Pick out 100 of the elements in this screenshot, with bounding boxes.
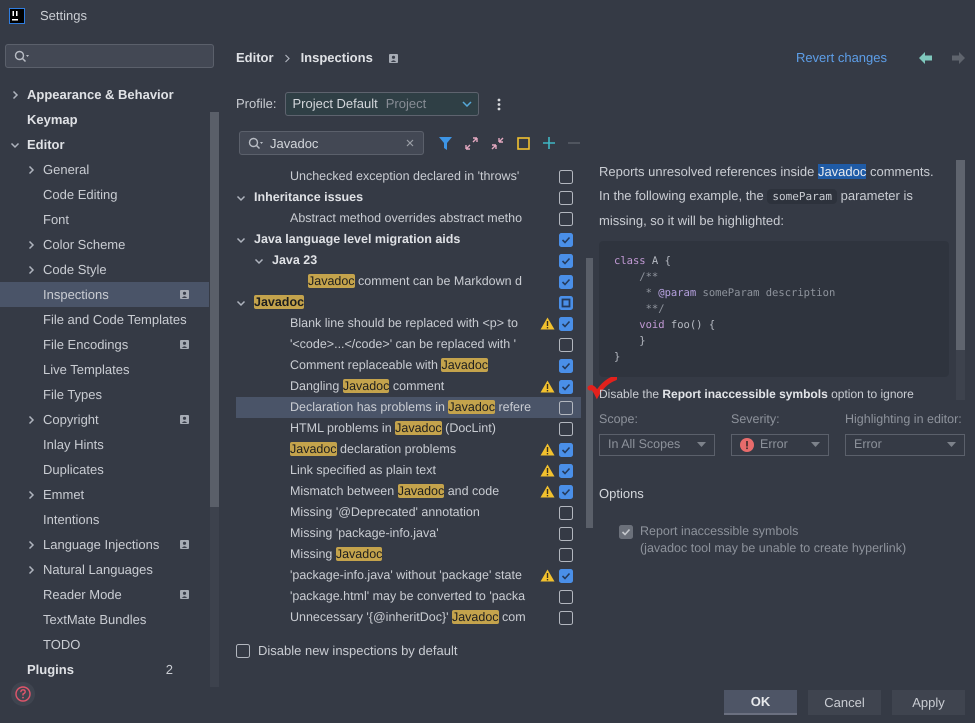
checkbox[interactable] — [559, 170, 573, 184]
checkbox[interactable] — [559, 190, 573, 204]
checkbox[interactable] — [559, 274, 573, 288]
chevron-icon[interactable] — [26, 540, 36, 550]
revert-changes-link[interactable]: Revert changes — [796, 48, 887, 68]
sidebar-item[interactable]: Language Injections — [0, 532, 209, 557]
inspection-row[interactable]: Link specified as plain text — [236, 460, 581, 481]
checkbox[interactable] — [559, 338, 573, 352]
sidebar-item[interactable]: Plugins 2 — [0, 657, 209, 682]
expand-all-icon[interactable] — [465, 136, 478, 150]
back-arrow-icon[interactable] — [919, 52, 933, 64]
chevron-icon[interactable] — [26, 164, 36, 174]
checkbox[interactable] — [559, 400, 573, 414]
sidebar-item[interactable]: Copyright — [0, 407, 209, 432]
sidebar-item[interactable]: TextMate Bundles — [0, 607, 209, 632]
checkbox[interactable] — [236, 644, 250, 658]
chevron-icon[interactable] — [26, 414, 36, 424]
inspection-row[interactable]: Declaration has problems in Javadoc refere — [236, 397, 581, 418]
sidebar-item[interactable]: General — [0, 157, 209, 182]
checkbox[interactable] — [559, 506, 573, 520]
clear-icon[interactable] — [406, 139, 414, 147]
checkbox[interactable] — [559, 548, 573, 562]
dropdown[interactable]: In All Scopes — [599, 434, 715, 456]
sidebar-item[interactable]: Code Editing — [0, 182, 209, 207]
sidebar-item[interactable]: Font — [0, 207, 209, 232]
inspection-row[interactable]: Missing '@Deprecated' annotation — [236, 502, 581, 523]
dialog-button[interactable]: Apply — [892, 690, 965, 715]
filter-field[interactable]: Javadoc — [239, 131, 424, 155]
sidebar-item[interactable]: Inspections — [0, 282, 209, 307]
breadcrumb-item[interactable]: Inspections — [300, 48, 373, 68]
sidebar-item[interactable]: File and Code Templates — [0, 307, 209, 332]
inspection-group-row[interactable]: Java language level migration aids — [236, 229, 581, 250]
inspection-row[interactable]: HTML problems in Javadoc (DocLint) — [236, 418, 581, 439]
checkbox[interactable] — [559, 380, 573, 394]
square-icon[interactable] — [517, 136, 530, 150]
inspection-row[interactable]: Missing 'package-info.java' — [236, 523, 581, 544]
sidebar-item[interactable]: File Types — [0, 382, 209, 407]
dialog-button[interactable]: Cancel — [808, 690, 881, 715]
add-icon[interactable] — [543, 137, 555, 149]
checkbox[interactable] — [559, 484, 573, 498]
sidebar-item[interactable]: TODO — [0, 632, 209, 657]
checkbox[interactable] — [559, 442, 573, 456]
checkbox[interactable] — [559, 254, 573, 268]
checkbox[interactable] — [559, 464, 573, 478]
checkbox[interactable] — [559, 358, 573, 372]
sidebar-item[interactable]: Color Scheme — [0, 232, 209, 257]
sidebar-item[interactable]: Emmet — [0, 482, 209, 507]
scrollbar[interactable] — [210, 112, 219, 687]
chevron-icon[interactable] — [26, 240, 36, 250]
collapse-all-icon[interactable] — [491, 136, 504, 150]
inspection-row[interactable]: Unchecked exception declared in 'throws' — [236, 166, 581, 187]
chevron-icon[interactable] — [10, 90, 20, 100]
checkbox[interactable] — [559, 296, 573, 310]
scrollbar[interactable] — [586, 258, 593, 528]
checkbox[interactable] — [559, 212, 573, 226]
inspection-row[interactable]: Javadoc declaration problems — [236, 439, 581, 460]
sidebar-item[interactable]: Keymap — [0, 107, 209, 132]
inspection-row[interactable]: Abstract method overrides abstract metho — [236, 208, 581, 229]
inspection-group-row[interactable]: Java 23 — [236, 250, 581, 271]
profile-dropdown[interactable]: Project Default Project — [285, 92, 480, 116]
chevron-icon[interactable] — [26, 264, 36, 274]
checkbox[interactable] — [559, 568, 573, 582]
dropdown[interactable]: Error — [731, 434, 829, 456]
sidebar-item[interactable]: Duplicates — [0, 457, 209, 482]
inspection-row[interactable]: 'package-info.java' without 'package' state — [236, 565, 581, 586]
inspection-row[interactable]: '<code>...</code>' can be replaced with ' — [236, 334, 581, 355]
inspection-group-row[interactable]: Inheritance issues — [236, 187, 581, 208]
checkbox[interactable] — [559, 610, 573, 624]
inspection-row[interactable]: Missing Javadoc — [236, 544, 581, 565]
sidebar-item[interactable]: File Encodings — [0, 332, 209, 357]
inspection-row[interactable]: Unnecessary '{@inheritDoc}' Javadoc com — [236, 607, 581, 628]
sidebar-item[interactable]: Editor — [0, 132, 209, 157]
dialog-button[interactable]: OK — [724, 690, 797, 715]
breadcrumb-item[interactable]: Editor — [236, 48, 274, 68]
checkbox[interactable] — [559, 316, 573, 330]
checkbox[interactable] — [559, 232, 573, 246]
sidebar-item[interactable]: Code Style — [0, 257, 209, 282]
inspection-row[interactable]: Comment replaceable with Javadoc — [236, 355, 581, 376]
sidebar-item[interactable]: Inlay Hints — [0, 432, 209, 457]
checkbox[interactable] — [559, 422, 573, 436]
search-field[interactable] — [5, 44, 214, 68]
scrollbar[interactable] — [956, 160, 965, 400]
sidebar-item[interactable]: Natural Languages — [0, 557, 209, 582]
chevron-icon[interactable] — [26, 564, 36, 574]
inspection-row[interactable]: Mismatch between Javadoc and code — [236, 481, 581, 502]
inspection-row[interactable]: 'package.html' may be converted to 'packa — [236, 586, 581, 607]
checkbox[interactable] — [559, 526, 573, 540]
dropdown[interactable]: Error — [845, 434, 965, 456]
sidebar-item[interactable]: Intentions — [0, 507, 209, 532]
inspection-row[interactable]: Javadoc comment can be Markdown d — [236, 271, 581, 292]
help-button[interactable] — [11, 682, 35, 706]
inspection-row[interactable]: Blank line should be replaced with <p> to — [236, 313, 581, 334]
sidebar-item[interactable]: Appearance & Behavior — [0, 82, 209, 107]
chevron-icon[interactable] — [26, 490, 36, 500]
filter-icon[interactable] — [439, 136, 452, 150]
more-options-icon[interactable] — [497, 98, 502, 110]
inspection-group-row[interactable]: Javadoc — [236, 292, 581, 313]
sidebar-item[interactable]: Live Templates — [0, 357, 209, 382]
checkbox[interactable] — [559, 590, 573, 604]
inspection-row[interactable]: Dangling Javadoc comment — [236, 376, 581, 397]
